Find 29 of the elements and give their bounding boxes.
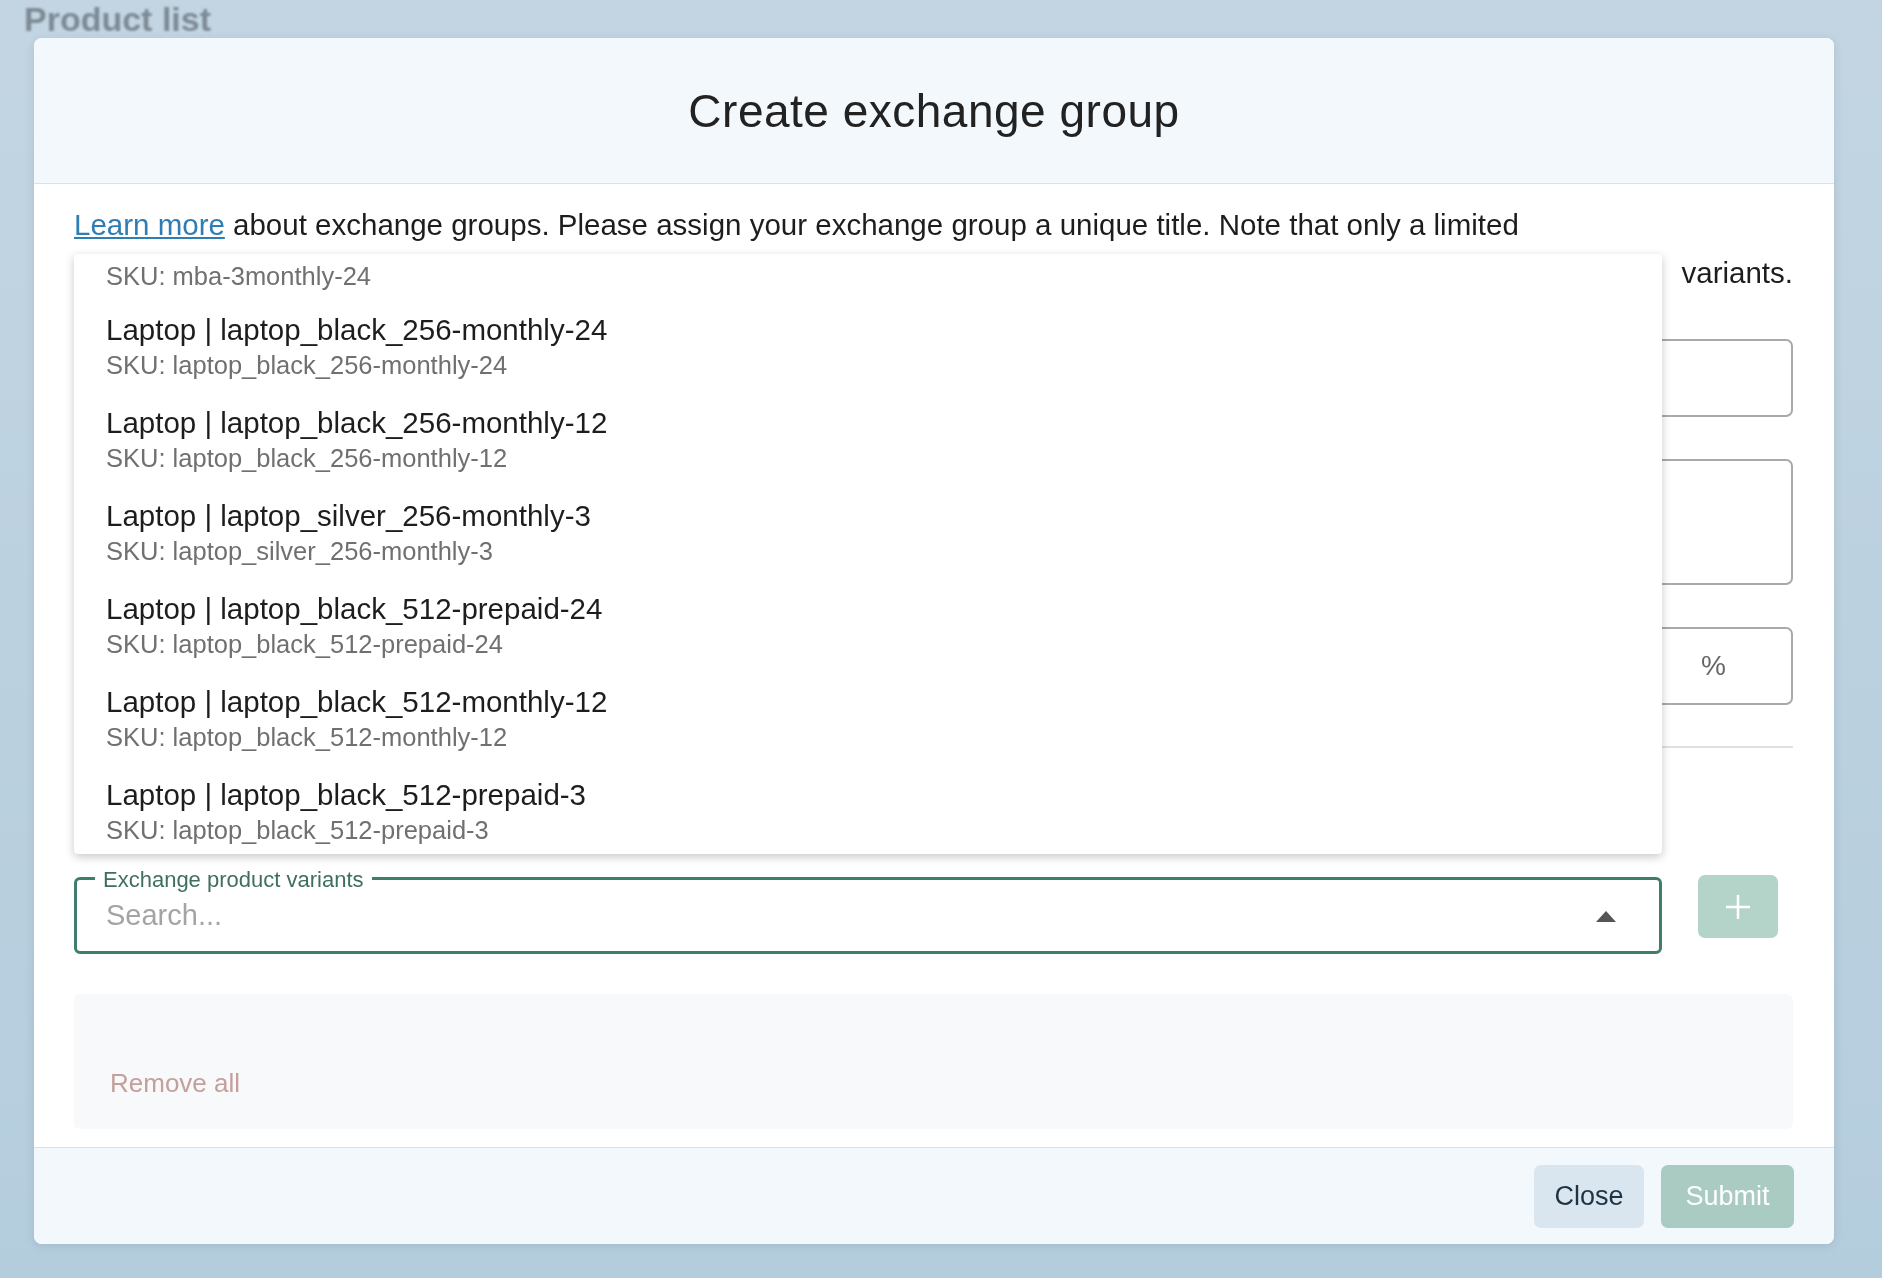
option-sku: SKU: laptop_black_512-monthly-12 bbox=[106, 723, 509, 752]
dropdown-option[interactable]: Laptop | laptop_black_256-monthly-24 SKU: laptop_black_256-monthly-24 bbox=[74, 306, 1662, 399]
option-title: Laptop | laptop_black_256-monthly-12 bbox=[106, 406, 609, 440]
option-title: Laptop | laptop_black_512-prepaid-24 bbox=[106, 592, 604, 626]
close-button[interactable]: Close bbox=[1534, 1164, 1644, 1228]
dropdown-option[interactable]: SKU: mba-3monthly-24 bbox=[74, 254, 1662, 306]
option-sku: SKU: laptop_silver_256-monthly-3 bbox=[106, 537, 494, 566]
option-sku: SKU: laptop_black_256-monthly-12 bbox=[106, 444, 509, 473]
learn-more-link[interactable]: Learn more bbox=[74, 208, 225, 241]
dropdown-option[interactable]: Laptop | laptop_silver_256-monthly-3 SKU: laptop_silver_256-monthly-3 bbox=[74, 492, 1662, 585]
dropdown-option[interactable]: Laptop | laptop_black_512-prepaid-24 SKU: laptop_black_512-prepaid-24 bbox=[74, 585, 1662, 678]
dropdown-option[interactable]: Laptop | laptop_black_512-prepaid-3 SKU: laptop_black_512-prepaid-3 bbox=[74, 771, 1662, 854]
caret-icon bbox=[1596, 909, 1616, 922]
dropdown-option[interactable]: Laptop | laptop_black_256-monthly-12 SKU: laptop_black_256-monthly-12 bbox=[74, 399, 1662, 492]
option-sku: SKU: mba-3monthly-24 bbox=[106, 262, 373, 291]
option-sku: SKU: laptop_black_512-prepaid-24 bbox=[106, 630, 504, 659]
intro-text: variants. bbox=[1681, 255, 1793, 291]
option-title: Laptop | laptop_black_512-monthly-12 bbox=[106, 685, 609, 719]
page-title: Product list bbox=[24, 0, 212, 38]
dropdown-option[interactable]: Laptop | laptop_black_512-monthly-12 SKU: laptop_black_512-monthly-12 bbox=[74, 678, 1662, 771]
option-sku: SKU: laptop_black_256-monthly-24 bbox=[106, 351, 509, 380]
percent-suffix: % bbox=[1701, 650, 1726, 682]
option-title: Laptop | laptop_black_256-monthly-24 bbox=[106, 313, 609, 347]
dialog-title: Create exchange group bbox=[688, 83, 1180, 138]
plus-icon bbox=[1724, 892, 1752, 921]
option-title: Laptop | laptop_silver_256-monthly-3 bbox=[106, 499, 592, 533]
intro-text: Learn more about exchange groups. Please assign your exchange group a unique title. Note that only a limited bbox=[74, 207, 1520, 243]
option-sku: SKU: laptop_black_512-prepaid-3 bbox=[106, 816, 490, 845]
option-title: Laptop | laptop_black_512-prepaid-3 bbox=[106, 778, 588, 812]
